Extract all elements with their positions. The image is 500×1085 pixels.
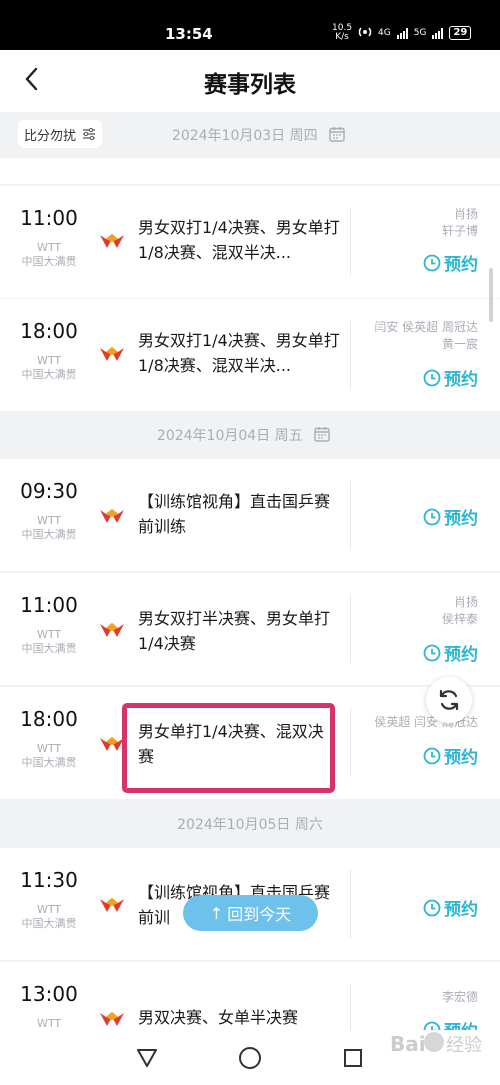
- organizer: WTT: [36, 1017, 62, 1030]
- clock-icon: [423, 508, 441, 525]
- calendar-icon[interactable]: [328, 125, 346, 147]
- calendar-icon[interactable]: [313, 425, 331, 447]
- match-card[interactable]: 18:00 WTT 中国大满贯 男女双打1/4决赛、男女单打1/8决赛、混双半决.…: [0, 299, 500, 411]
- date-header-2: 2024年10月05日 周六: [0, 801, 500, 847]
- reserve-button[interactable]: 预约: [423, 250, 478, 275]
- event-name: 中国大满贯: [21, 642, 77, 655]
- clock-icon: [423, 254, 441, 271]
- date-header-0: 比分勿扰 2024年10月03日 周四: [0, 112, 500, 158]
- weekday-label: 周五: [274, 428, 303, 444]
- wtt-logo-icon: [100, 623, 124, 637]
- match-title: 男女双打1/4决赛、男女单打1/8决赛、混双半决...: [138, 331, 340, 375]
- back-to-today-button[interactable]: ↑ 回到今天: [183, 895, 318, 931]
- wtt-logo-icon: [100, 898, 124, 912]
- wtt-logo-icon: [100, 347, 124, 361]
- players-list: 闫安 侯英超 周冠达 黄一宸: [374, 320, 478, 351]
- date-header-1: 2024年10月04日 周五: [0, 412, 500, 458]
- match-time: 18:00: [20, 319, 78, 343]
- players-list: 肖扬 侯梓泰: [441, 595, 478, 626]
- players-list: 李宏德: [441, 990, 478, 1004]
- match-title: 【训练馆视角】直击国乒赛前训练: [138, 492, 331, 536]
- svg-text:经验: 经验: [446, 1035, 482, 1056]
- match-time: 09:30: [20, 479, 78, 503]
- match-title: 男双决赛、女单半决赛: [138, 1008, 299, 1027]
- organizer: WTT: [36, 742, 62, 755]
- divider: [350, 870, 351, 938]
- clock-icon: [423, 644, 441, 661]
- clock-icon: [423, 899, 441, 916]
- reserve-button[interactable]: 预约: [423, 640, 478, 665]
- nav-back-triangle-icon[interactable]: [136, 1047, 158, 1069]
- match-card-partial: [0, 158, 500, 184]
- reserve-button[interactable]: 预约: [423, 895, 478, 920]
- organizer: WTT: [36, 903, 62, 916]
- reserve-button[interactable]: 预约: [423, 743, 478, 768]
- date-label: 2024年10月03日: [171, 128, 286, 144]
- clock-icon: [423, 369, 441, 386]
- date-label: 2024年10月04日: [156, 428, 271, 444]
- status-time: 13:54: [165, 25, 213, 43]
- top-navigation: 赛事列表: [0, 50, 500, 112]
- organizer: WTT: [36, 514, 62, 527]
- weekday-label: 周六: [294, 817, 323, 833]
- match-title: 男女双打半决赛、男女单打1/4决赛: [138, 609, 331, 653]
- battery-indicator: 29: [449, 26, 472, 40]
- clock-icon: [423, 747, 441, 764]
- status-indicators: 10.5 K/s 4G 5G 29: [332, 23, 472, 42]
- network-type-4g: 4G: [378, 28, 391, 38]
- wtt-logo-icon: [100, 234, 124, 248]
- highlight-annotation: [122, 703, 335, 793]
- event-name: 中国大满贯: [21, 756, 77, 769]
- players-list: 肖扬 轩子博: [441, 207, 478, 238]
- event-name: 中国大满贯: [21, 255, 77, 268]
- reserve-button[interactable]: 预约: [423, 504, 478, 529]
- organizer: WTT: [36, 628, 62, 641]
- organizer: WTT: [36, 241, 62, 254]
- signal-icon: [432, 27, 444, 39]
- refresh-button[interactable]: [426, 677, 472, 723]
- date-label: 2024年10月05日: [177, 817, 291, 833]
- match-card[interactable]: 11:00 WTT 中国大满贯 男女双打1/4决赛、男女单打1/8决赛、混双半决.…: [0, 186, 500, 298]
- signal-icon: [396, 27, 408, 39]
- match-time: 11:00: [20, 206, 78, 230]
- svg-text:Bai: Bai: [390, 1032, 426, 1056]
- wtt-logo-icon: [100, 1012, 124, 1026]
- match-title: 男女双打1/4决赛、男女单打1/8决赛、混双半决...: [138, 218, 340, 262]
- match-time: 18:00: [20, 707, 78, 731]
- reserve-button[interactable]: 预约: [423, 365, 478, 390]
- match-time: 13:00: [20, 982, 78, 1006]
- event-name: 中国大满贯: [21, 917, 77, 930]
- status-bar: 13:54 10.5 K/s 4G 5G 29: [0, 0, 500, 50]
- network-speed: 10.5 K/s: [332, 23, 353, 42]
- match-card[interactable]: 11:00 WTT 中国大满贯 男女双打半决赛、男女单打1/4决赛 肖扬 侯梓泰 …: [0, 573, 500, 685]
- network-type-5g: 5G: [413, 28, 427, 38]
- match-time: 11:30: [20, 868, 78, 892]
- match-card[interactable]: 09:30 WTT 中国大满贯 【训练馆视角】直击国乒赛前训练 预约: [0, 459, 500, 571]
- wtt-logo-icon: [100, 509, 124, 523]
- weekday-label: 周四: [289, 128, 318, 144]
- match-time: 11:00: [20, 593, 78, 617]
- page-title: 赛事列表: [204, 72, 296, 98]
- divider: [350, 481, 351, 549]
- event-name: 中国大满贯: [21, 368, 77, 381]
- baidu-jingyan-watermark: Bai 经验: [390, 1032, 482, 1056]
- refresh-icon: [439, 689, 459, 711]
- hotspot-icon: [358, 25, 372, 42]
- organizer: WTT: [36, 354, 62, 367]
- nav-home-icon[interactable]: [239, 1047, 261, 1069]
- today-label: 回到今天: [227, 905, 292, 924]
- divider: [350, 709, 351, 777]
- up-arrow-icon: ↑: [209, 903, 224, 923]
- nav-recents-icon[interactable]: [344, 1049, 362, 1067]
- event-name: 中国大满贯: [21, 528, 77, 541]
- scrollbar[interactable]: [489, 268, 493, 322]
